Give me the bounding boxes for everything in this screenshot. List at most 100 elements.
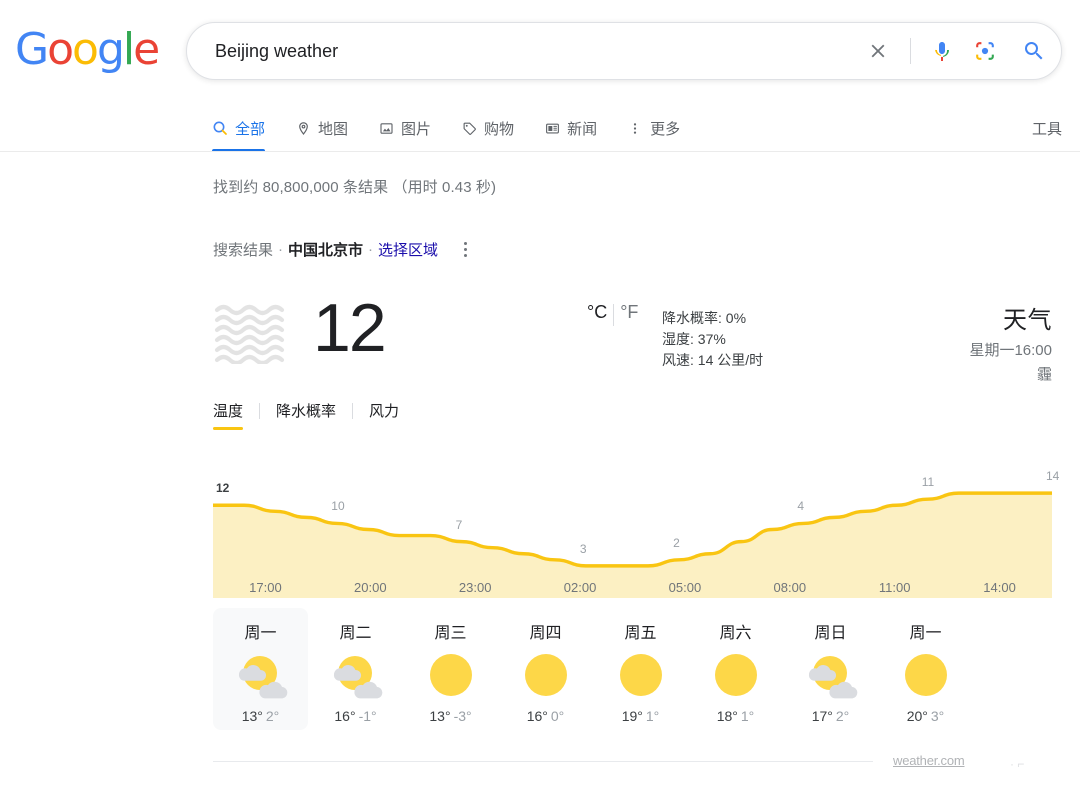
logo-letter-3: g [96,24,125,75]
forecast-low: 3° [930,708,945,724]
sunny-icon [613,649,669,701]
nav-tab-label: 更多 [650,120,681,138]
google-search-results-page: Google Beijing weather 全部 地图 图片 购物 新闻 更多… [0,0,1080,791]
x-axis-tick-2: 23:00 [458,580,492,595]
logo-letter-5: e [133,24,160,75]
nav-tab-label: 地图 [318,120,349,138]
microphone-icon[interactable] [921,29,963,73]
nav-tab-label: 购物 [484,120,515,138]
forecast-day-name: 周三 [434,625,467,642]
chart-point-label-0: 12 [216,481,230,496]
forecast-high: 16° [526,708,548,724]
forecast-low: 1° [740,708,755,724]
forecast-day-card-0[interactable]: 周一 13° 2° [213,608,308,730]
chart-tab-2[interactable]: 风力 [369,400,399,430]
forecast-low: 2° [265,708,280,724]
temperature-chart[interactable]: 12 10 7 3 2 4 11 14 [213,463,1059,598]
more-dots-icon [627,120,643,136]
chart-point-label-5: 4 [797,499,805,514]
forecast-day-name: 周四 [529,625,562,642]
partly-cloudy-icon [803,649,859,701]
google-logo[interactable]: Google [15,28,160,72]
forecast-day-temps: 19° 1° [622,708,660,724]
current-temperature: 12 [313,290,387,366]
location-line: 搜索结果 · 中国北京市 · 选择区域 [213,238,471,261]
celsius-button[interactable]: °C [587,302,607,323]
x-axis-tick-4: 05:00 [668,580,702,595]
search-input[interactable] [187,40,856,62]
weather-attribution-link[interactable]: weather.com [893,753,965,768]
forecast-day-card-1[interactable]: 周二 16° -1° [308,608,403,730]
forecast-low: -1° [358,708,377,724]
unit-divider [613,304,615,326]
x-axis-tick-6: 11:00 [878,580,911,595]
weather-title: 天气 [1003,307,1052,334]
sunny-icon [518,649,574,701]
location-name: 中国北京市 [288,242,364,259]
forecast-day-card-2[interactable]: 周三 13° -3° [403,608,498,730]
forecast-day-name: 周日 [814,625,847,642]
partly-cloudy-icon [328,649,384,701]
forecast-low: 1° [645,708,660,724]
tools-button[interactable]: 工具 [1032,104,1062,152]
sunny-icon-svg [524,654,567,696]
forecast-day-temps: 20° 3° [907,708,945,724]
forecast-day-temps: 16° -1° [334,708,376,724]
x-axis-tick-7: 14:00 [983,580,1016,595]
search-divider [910,38,911,64]
forecast-day-temps: 17° 2° [812,708,850,724]
forecast-high: 16° [334,708,356,724]
nav-tab-5[interactable]: 更多 [627,104,680,152]
search-magnifier-icon[interactable] [1007,29,1061,73]
forecast-day-name: 周五 [624,625,657,642]
x-axis-tick-5: 08:00 [773,580,807,595]
partly-cloudy-icon-svg [333,656,382,699]
nav-tab-0[interactable]: 全部 [212,104,266,152]
chart-point-label-3: 3 [579,541,587,556]
weather-meta: 天气 星期一16:00 霾 [969,300,1052,384]
nav-tab-3[interactable]: 购物 [461,104,514,152]
location-sep-2: · [368,241,374,258]
fahrenheit-button[interactable]: °F [620,302,638,323]
forecast-day-card-7[interactable]: 周一 20° 3° [878,608,973,730]
forecast-high: 13° [429,708,451,724]
weather-details: 降水概率: 0% 湿度: 37% 风速: 14 公里/时 [662,308,763,371]
forecast-high: 17° [811,708,833,724]
forecast-high: 18° [716,708,738,724]
nav-tab-4[interactable]: 新闻 [544,104,597,152]
forecast-day-card-5[interactable]: 周六 18° 1° [688,608,783,730]
chart-tab-0[interactable]: 温度 [213,400,244,430]
nav-tab-label: 新闻 [567,120,598,138]
forecast-low: -3° [453,708,472,724]
sunny-icon [423,649,479,701]
logo-letter-0: G [15,24,49,75]
forecast-day-name: 周二 [339,625,372,642]
search-nav-tabs: 全部 地图 图片 购物 新闻 更多 工具 [0,104,1080,152]
forecast-day-temps: 16° 0° [527,708,565,724]
forecast-day-card-6[interactable]: 周日 17° 2° [783,608,878,730]
location-more-menu-icon[interactable] [460,238,471,261]
forecast-low: 2° [835,708,850,724]
clear-icon[interactable] [856,29,900,73]
weather-detail-value: 0% [725,310,747,326]
chart-tab-divider [259,402,261,419]
nav-tab-1[interactable]: 地图 [295,104,348,152]
weather-current: 12 °C °F 降水概率: 0% 湿度: 37% 风速: 14 公里/时 天气… [213,288,1052,392]
search-bar [186,22,1062,80]
weather-condition: 霾 [1036,366,1052,383]
footer-divider [213,761,873,762]
nav-tab-2[interactable]: 图片 [378,104,431,152]
weather-detail-0: 降水概率: 0% [662,308,763,329]
x-axis-tick-1: 20:00 [354,580,387,595]
lens-camera-icon[interactable] [963,29,1007,73]
image-icon [378,120,394,136]
result-stats: 找到约 80,800,000 条结果 （用时 0.43 秒) [213,179,497,196]
forecast-day-card-4[interactable]: 周五 19° 1° [593,608,688,730]
choose-area-link[interactable]: 选择区域 [378,239,438,260]
news-icon [544,120,560,136]
active-chart-tab-underline [213,427,244,430]
search-icon [212,120,228,136]
forecast-day-card-3[interactable]: 周四 16° 0° [498,608,593,730]
forecast-low: 0° [550,708,565,724]
chart-tab-1[interactable]: 降水概率 [276,400,336,430]
